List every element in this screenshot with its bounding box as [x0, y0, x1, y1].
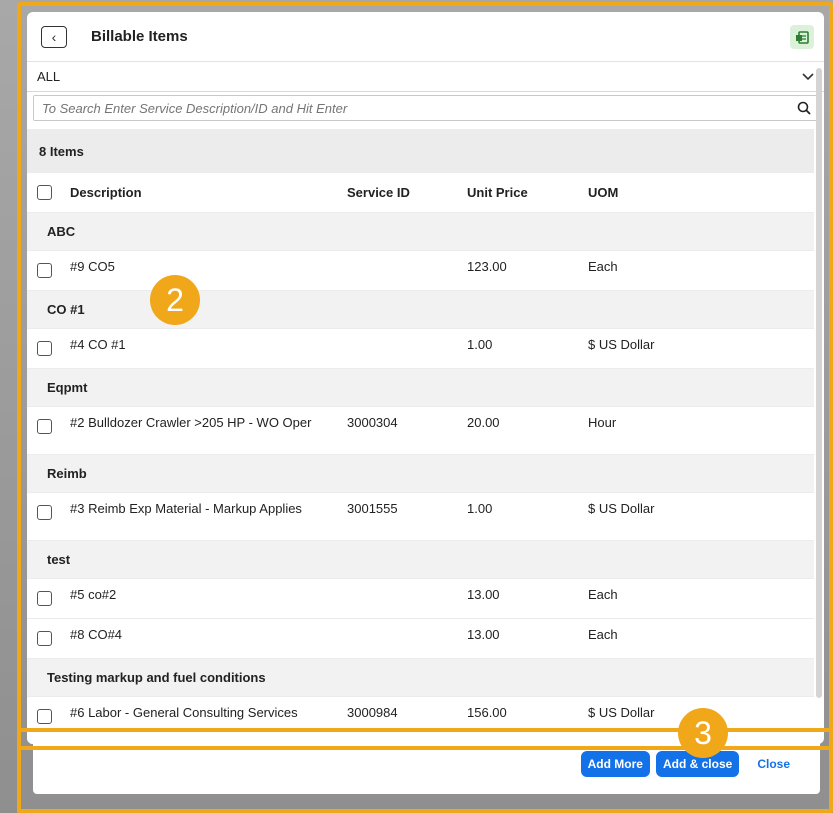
annotation-badge: 3 — [678, 708, 728, 758]
highlight-frame-table — [17, 2, 833, 750]
annotation-badge: 2 — [150, 275, 200, 325]
